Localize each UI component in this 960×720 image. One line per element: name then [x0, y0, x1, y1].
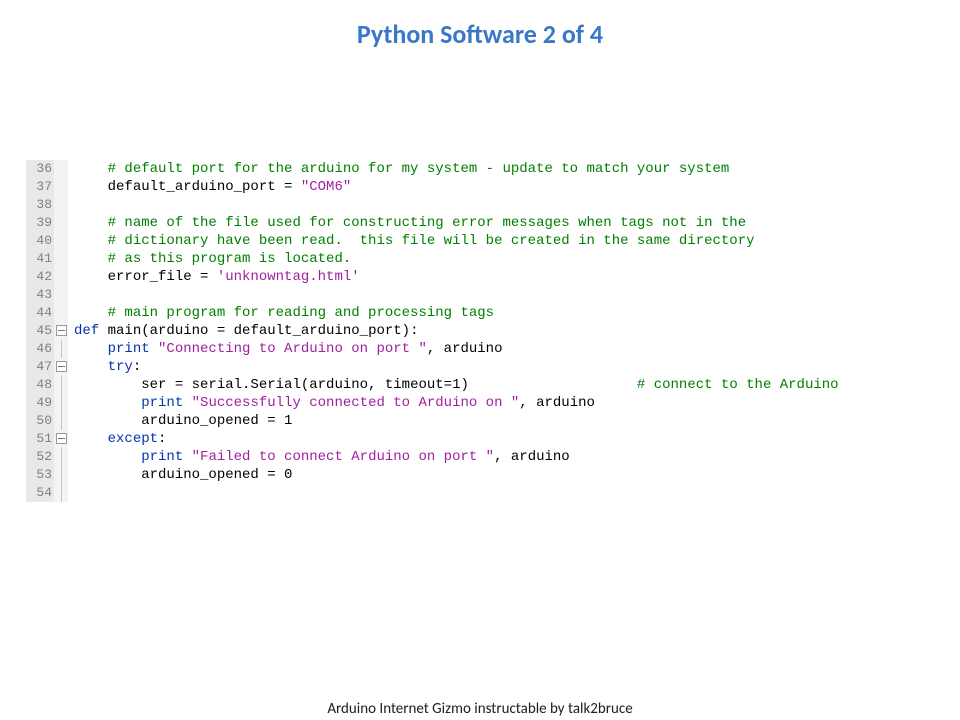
- code-line: 45 def main(arduino = default_arduino_po…: [26, 322, 928, 340]
- code-line: 52 print "Failed to connect Arduino on p…: [26, 448, 928, 466]
- line-number: 36: [26, 160, 54, 178]
- line-number: 54: [26, 484, 54, 502]
- code-line: 44 # main program for reading and proces…: [26, 304, 928, 322]
- code-line: 41 # as this program is located.: [26, 250, 928, 268]
- code-line: 42 error_file = 'unknowntag.html': [26, 268, 928, 286]
- fold-toggle[interactable]: [54, 322, 68, 340]
- code-line: 47 try:: [26, 358, 928, 376]
- fold-toggle[interactable]: [54, 358, 68, 376]
- line-number: 45: [26, 322, 54, 340]
- line-number: 53: [26, 466, 54, 484]
- line-number: 37: [26, 178, 54, 196]
- line-number: 42: [26, 268, 54, 286]
- code-line: 51 except:: [26, 430, 928, 448]
- line-number: 43: [26, 286, 54, 304]
- line-number: 38: [26, 196, 54, 214]
- code-line: 46 print "Connecting to Arduino on port …: [26, 340, 928, 358]
- line-number: 46: [26, 340, 54, 358]
- line-number: 44: [26, 304, 54, 322]
- line-number: 47: [26, 358, 54, 376]
- fold-toggle[interactable]: [54, 430, 68, 448]
- code-editor: 36 # default port for the arduino for my…: [26, 160, 928, 502]
- line-number: 49: [26, 394, 54, 412]
- code-line: 36 # default port for the arduino for my…: [26, 160, 928, 178]
- code-line: 49 print "Successfully connected to Ardu…: [26, 394, 928, 412]
- code-line: 48 ser = serial.Serial(arduino, timeout=…: [26, 376, 928, 394]
- code-line: 53 arduino_opened = 0: [26, 466, 928, 484]
- line-number: 40: [26, 232, 54, 250]
- line-number: 51: [26, 430, 54, 448]
- line-number: 50: [26, 412, 54, 430]
- line-number: 52: [26, 448, 54, 466]
- comment: # default port for the arduino for my sy…: [108, 161, 730, 177]
- code-line: 50 arduino_opened = 1: [26, 412, 928, 430]
- code-line: 39 # name of the file used for construct…: [26, 214, 928, 232]
- line-number: 41: [26, 250, 54, 268]
- page-title: Python Software 2 of 4: [0, 18, 960, 50]
- code-line: 54: [26, 484, 928, 502]
- line-number: 48: [26, 376, 54, 394]
- line-number: 39: [26, 214, 54, 232]
- code-line: 37 default_arduino_port = "COM6": [26, 178, 928, 196]
- code-line: 43: [26, 286, 928, 304]
- footer-text: Arduino Internet Gizmo instructable by t…: [0, 700, 960, 718]
- code-line: 40 # dictionary have been read. this fil…: [26, 232, 928, 250]
- fold-gutter: [54, 160, 68, 178]
- code-line: 38: [26, 196, 928, 214]
